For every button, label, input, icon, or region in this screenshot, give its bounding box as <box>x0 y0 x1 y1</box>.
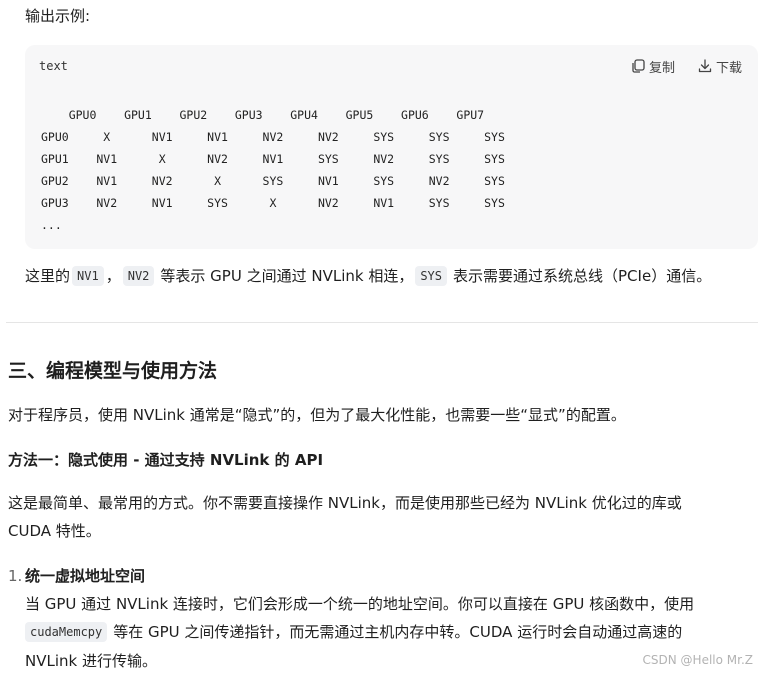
section-divider <box>6 322 758 323</box>
copy-button[interactable]: 复制 <box>630 56 675 76</box>
list-item-number: 1. <box>8 567 23 585</box>
list-item-line1: 当 GPU 通过 NVLink 连接时，它们会形成一个统一的地址空间。你可以直接… <box>25 595 695 613</box>
code-content: GPU0 GPU1 GPU2 GPU3 GPU4 GPU5 GPU6 GPU7 … <box>41 108 505 232</box>
paragraph-method-line2: CUDA 特性。 <box>8 522 101 540</box>
code-chip-sys: SYS <box>415 266 448 286</box>
explain-pre: 这里的 <box>25 267 71 285</box>
code-block: text 复制 下载 GPU0 GPU1 GPU2 GPU3 GPU4 GPU5… <box>25 45 758 249</box>
paragraph-intro: 对于程序员，使用 NVLink 通常是“隐式”的，但为了最大化性能，也需要一些“… <box>8 406 626 424</box>
copy-icon <box>630 58 646 74</box>
download-button[interactable]: 下载 <box>697 56 742 76</box>
download-icon <box>697 58 713 74</box>
list-item-line2-text: 等在 GPU 之间传递指针，而无需通过主机内存中转。CUDA 运行时会自动通过高… <box>113 623 683 641</box>
watermark: CSDN @Hello Mr.Z <box>642 653 753 667</box>
explain-post: 表示需要通过系统总线（PCIe）通信。 <box>453 267 712 285</box>
intro-label: 输出示例: <box>25 7 91 25</box>
code-chip-nv1: NV1 <box>72 266 104 286</box>
download-label: 下载 <box>716 60 743 76</box>
paragraph-method-line1: 这是最简单、最常用的方式。你不需要直接操作 NVLink，而是使用那些已经为 N… <box>8 494 682 512</box>
method-title: 方法一：隐式使用 - 通过支持 NVLink 的 API <box>8 451 324 469</box>
code-chip-cudamemcpy: cudaMemcpy <box>25 622 108 642</box>
code-language-label: text <box>39 59 68 73</box>
copy-label: 复制 <box>649 60 676 76</box>
list-item-line2: cudaMemcpy 等在 GPU 之间传递指针，而无需通过主机内存中转。CUD… <box>25 622 682 642</box>
list-item-line3: NVLink 进行传输。 <box>25 652 157 670</box>
list-item-title: 统一虚拟地址空间 <box>25 567 146 585</box>
explain-sep: ， <box>105 267 121 285</box>
explain-mid: 等表示 GPU 之间通过 NVLink 相连， <box>160 267 414 285</box>
explanation-line: 这里的 NV1 ， NV2 等表示 GPU 之间通过 NVLink 相连， SY… <box>25 266 711 286</box>
section-title: 三、编程模型与使用方法 <box>8 360 218 382</box>
code-chip-nv2: NV2 <box>122 266 155 286</box>
